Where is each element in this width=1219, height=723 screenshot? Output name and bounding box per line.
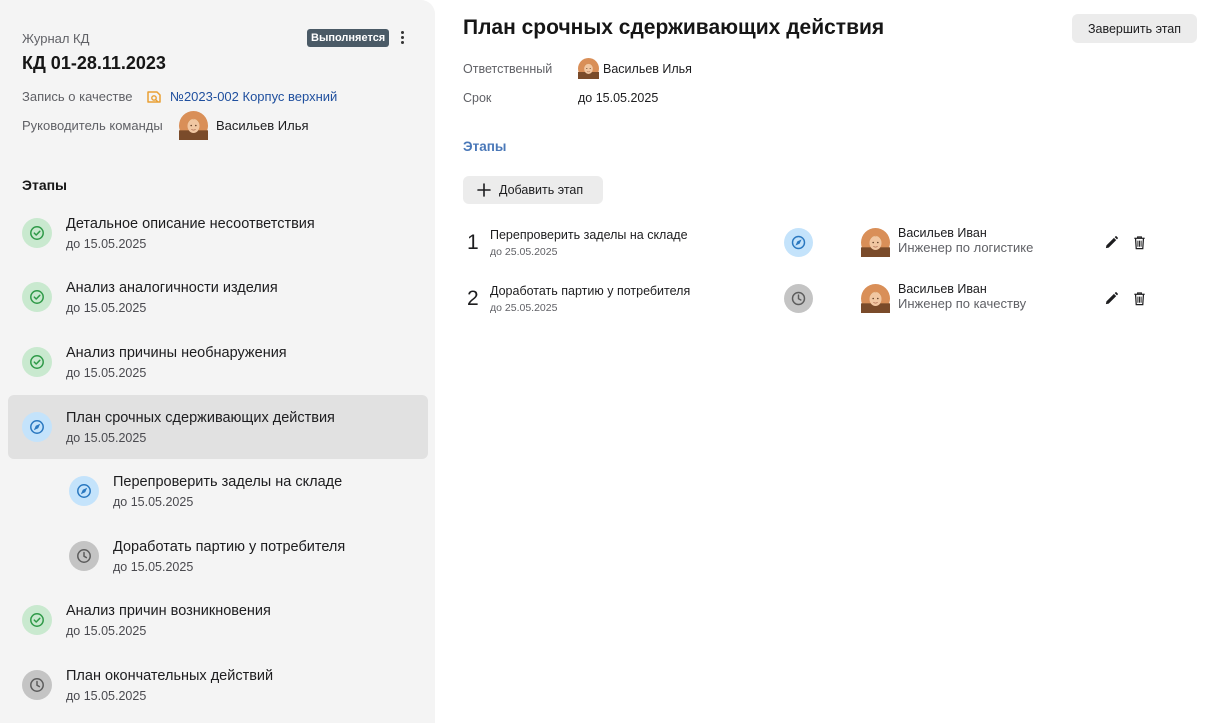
task-name: Перепроверить заделы на складе [490,228,688,242]
in-progress-compass-icon [69,476,99,506]
team-leader-label: Руководитель команды [22,118,163,133]
task-row[interactable]: 1 Перепроверить заделы на складе до 25.0… [463,225,1163,273]
quality-record-icon [147,91,161,103]
deadline-label: Срок [463,91,492,105]
in-progress-compass-icon [784,228,813,257]
stage-date: до 15.05.2025 [113,495,194,509]
stage-item[interactable]: Анализ аналогичности изделия до 15.05.20… [8,265,428,329]
edit-pencil-icon[interactable] [1104,235,1119,250]
stage-date: до 15.05.2025 [66,689,147,703]
more-menu-icon[interactable] [396,29,408,47]
stage-date: до 15.05.2025 [66,301,147,315]
stage-name: Перепроверить заделы на складе [113,474,343,490]
pending-clock-icon [22,670,52,700]
task-row[interactable]: 2 Доработать партию у потребителя до 25.… [463,281,1163,329]
in-progress-compass-icon [22,412,52,442]
plus-icon [477,183,491,197]
deadline-value: до 15.05.2025 [578,91,659,105]
pending-clock-icon [69,541,99,571]
done-check-icon [22,605,52,635]
stage-date: до 15.05.2025 [66,366,147,380]
stage-date: до 15.05.2025 [66,431,147,445]
pending-clock-icon [784,284,813,313]
task-number: 1 [467,231,479,254]
stage-date: до 15.05.2025 [66,624,147,638]
stage-name: Анализ причины необнаружения [66,345,287,361]
stage-name: План срочных сдерживающих действия [66,410,335,426]
stage-date: до 15.05.2025 [113,560,194,574]
stage-name: План окончательных действий [66,668,274,684]
add-stage-label: Добавить этап [499,183,584,197]
add-stage-button[interactable]: Добавить этап [463,176,603,204]
stage-name: Доработать партию у потребителя [113,539,346,555]
team-leader-name: Васильев Илья [216,118,309,133]
responsible-avatar [578,58,599,79]
assignee-name: Васильев Иван [898,282,987,296]
delete-trash-icon[interactable] [1132,291,1147,306]
quality-record-label: Запись о качестве [22,89,133,104]
delete-trash-icon[interactable] [1132,235,1147,250]
stage-item[interactable]: План окончательных действий до 15.05.202… [8,653,428,717]
responsible-name: Васильев Илья [603,62,692,76]
task-date: до 25.05.2025 [490,246,558,258]
team-leader-avatar [179,111,208,140]
task-date: до 25.05.2025 [490,302,558,314]
edit-pencil-icon[interactable] [1104,291,1119,306]
stage-item[interactable]: Анализ причин возникновения до 15.05.202… [8,588,428,652]
task-name: Доработать партию у потребителя [490,284,691,298]
journal-label: Журнал КД [22,31,90,46]
substage-item[interactable]: Доработать партию у потребителя до 15.05… [8,524,428,588]
stage-name: Анализ причин возникновения [66,603,271,619]
finish-stage-button[interactable]: Завершить этап [1072,14,1197,43]
journal-title: КД 01-28.11.2023 [22,53,166,73]
task-number: 2 [467,287,479,310]
stage-name: Анализ аналогичности изделия [66,280,278,296]
done-check-icon [22,282,52,312]
tab-stages[interactable]: Этапы [463,139,506,154]
quality-record-link[interactable]: №2023-002 Корпус верхний [170,89,337,104]
done-check-icon [22,218,52,248]
substage-item[interactable]: Перепроверить заделы на складе до 15.05.… [8,459,428,523]
assignee-name: Васильев Иван [898,226,987,240]
stages-heading: Этапы [22,177,68,193]
stage-item[interactable]: Анализ причины необнаружения до 15.05.20… [8,330,428,394]
assignee-role: Инженер по логистике [898,240,1034,255]
stage-date: до 15.05.2025 [66,237,147,251]
status-badge: Выполняется [307,29,390,47]
page-title: План срочных сдерживающих действия [463,16,885,39]
assignee-role: Инженер по качеству [898,296,1027,311]
stage-item-active[interactable]: План срочных сдерживающих действия до 15… [8,395,428,459]
responsible-label: Ответственный [463,62,553,76]
assignee-avatar [861,284,890,313]
sidebar: Журнал КД Выполняется КД 01-28.11.2023 З… [0,0,435,723]
assignee-avatar [861,228,890,257]
stage-name: Детальное описание несоответствия [66,216,315,232]
done-check-icon [22,347,52,377]
stage-item[interactable]: Детальное описание несоответствия до 15.… [8,201,428,265]
